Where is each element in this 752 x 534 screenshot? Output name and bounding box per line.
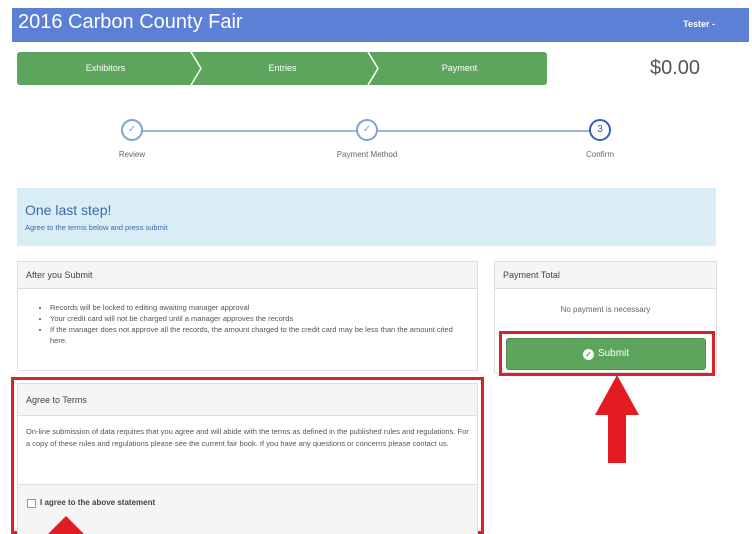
arrow-up-icon: [48, 516, 84, 534]
check-icon: ✓: [356, 119, 378, 141]
info-alert: One last step! Agree to the terms below …: [17, 188, 716, 246]
nav-step-payment[interactable]: Payment: [371, 52, 547, 85]
list-item: Records will be locked to editing awaiti…: [50, 302, 470, 313]
top-bar: 2016 Carbon County Fair Tester -: [12, 8, 749, 42]
arrow-up-icon: [595, 375, 639, 463]
nav-step-entries[interactable]: Entries: [194, 52, 371, 85]
chevron-right-icon: [190, 52, 202, 85]
agree-checkbox-label[interactable]: I agree to the above statement: [40, 498, 155, 507]
nav-step-exhibitors[interactable]: Exhibitors: [17, 52, 194, 85]
check-circle-icon: ✓: [582, 349, 594, 360]
after-submit-heading: After you Submit: [18, 262, 477, 289]
after-submit-list: Records will be locked to editing awaiti…: [50, 302, 470, 346]
wizard-label-confirm: Confirm: [585, 150, 614, 159]
list-item: If the manager does not approve all the …: [50, 324, 470, 346]
submit-button[interactable]: ✓ Submit: [506, 338, 706, 370]
page-title: 2016 Carbon County Fair: [18, 11, 243, 33]
terms-body: On-line submission of data requires that…: [26, 427, 469, 448]
progress-wizard: ✓ Review ✓ Payment Method 3 Confirm: [0, 112, 752, 172]
terms-heading: Agree to Terms: [18, 384, 477, 416]
alert-heading: One last step!: [25, 202, 112, 218]
cart-amount: $0.00: [650, 57, 701, 79]
agree-checkbox[interactable]: [27, 499, 36, 508]
check-icon: ✓: [121, 119, 143, 141]
alert-text: Agree to the terms below and press submi…: [25, 223, 168, 232]
agree-terms-panel: Agree to Terms On-line submission of dat…: [17, 383, 478, 534]
list-item: Your credit card will not be charged unt…: [50, 313, 470, 324]
payment-total-heading: Payment Total: [495, 262, 716, 289]
checkout-steps-nav: Exhibitors Entries Payment: [17, 52, 547, 85]
user-menu[interactable]: Tester -: [683, 19, 715, 29]
wizard-label-review: Review: [118, 150, 146, 159]
payment-message: No payment is necessary: [560, 305, 651, 314]
wizard-step-current: 3: [589, 119, 611, 141]
submit-label: Submit: [597, 348, 630, 359]
after-submit-panel: After you Submit Records will be locked …: [17, 261, 478, 371]
wizard-label-payment-method: Payment Method: [336, 150, 398, 159]
chevron-right-icon: [367, 52, 379, 85]
